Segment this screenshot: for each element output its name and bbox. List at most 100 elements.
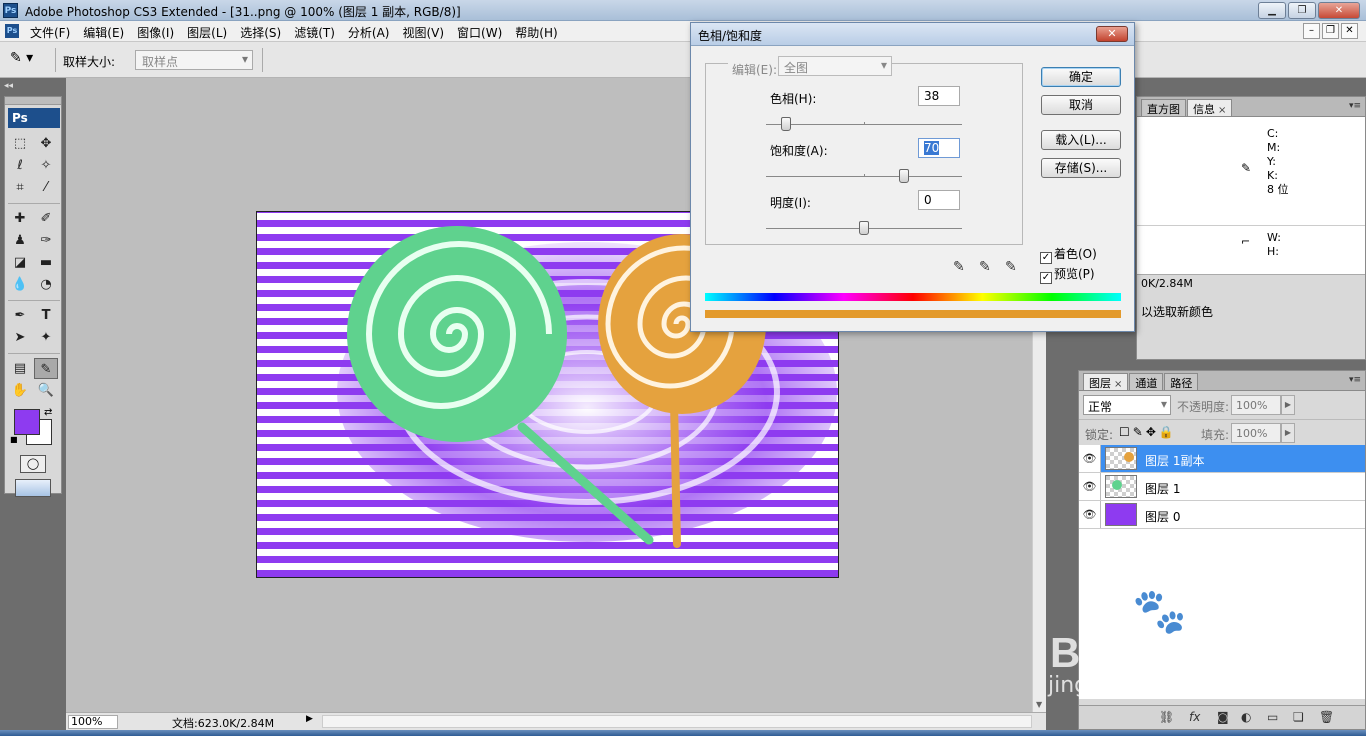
visibility-eye-icon[interactable]: 👁: [1079, 473, 1101, 500]
screen-mode-icon[interactable]: [15, 479, 51, 497]
colorize-check-icon[interactable]: ✓: [1040, 252, 1052, 264]
fill-input[interactable]: 100%: [1231, 423, 1281, 443]
saturation-slider-track[interactable]: [766, 174, 962, 177]
eyedropper-tool-icon[interactable]: ✎: [34, 358, 58, 379]
default-colors-icon[interactable]: ■: [10, 435, 18, 444]
menu-filter[interactable]: 滤镜(T): [294, 24, 335, 41]
toolbox-logo[interactable]: Ps: [8, 108, 60, 128]
hand-tool-icon[interactable]: ✋: [8, 380, 32, 401]
zoom-level-field[interactable]: 100%: [68, 715, 118, 729]
foreground-color-swatch[interactable]: [14, 409, 40, 435]
tool-preset-picker[interactable]: ✎ ▾: [10, 50, 50, 70]
load-button[interactable]: 载入(L)...: [1041, 130, 1121, 150]
layer-row[interactable]: 👁 图层 0: [1079, 501, 1365, 529]
layer-row[interactable]: 👁 图层 1副本: [1079, 445, 1365, 473]
menu-select[interactable]: 选择(S): [240, 24, 281, 41]
lock-transparency-icon[interactable]: ☐: [1119, 425, 1133, 439]
status-menu-arrow-icon[interactable]: ▶: [306, 714, 313, 724]
quick-mask-icon[interactable]: ◯: [20, 455, 46, 473]
lock-position-icon[interactable]: ✥: [1146, 425, 1159, 439]
panel-menu-icon[interactable]: ▾≡: [1349, 101, 1361, 111]
menu-analysis[interactable]: 分析(A): [348, 24, 390, 41]
lock-all-icon[interactable]: 🔒: [1159, 425, 1177, 439]
zoom-tool-icon[interactable]: 🔍: [34, 380, 58, 401]
cancel-button[interactable]: 取消: [1041, 95, 1121, 115]
minimize-button[interactable]: ▁: [1258, 2, 1286, 19]
layer-row[interactable]: 👁 图层 1: [1079, 473, 1365, 501]
close-tab-icon[interactable]: ×: [1218, 105, 1226, 116]
history-brush-tool-icon[interactable]: ✑: [34, 230, 58, 251]
gradient-tool-icon[interactable]: ▬: [34, 252, 58, 273]
menu-help[interactable]: 帮助(H): [515, 24, 557, 41]
layer-name[interactable]: 图层 1: [1145, 480, 1180, 497]
menu-layer[interactable]: 图层(L): [187, 24, 227, 41]
document-menu-icon[interactable]: Ps: [5, 24, 19, 38]
doc-close-button[interactable]: ✕: [1341, 23, 1358, 39]
magic-wand-tool-icon[interactable]: ✧: [34, 155, 58, 176]
menu-edit[interactable]: 编辑(E): [83, 24, 124, 41]
eraser-tool-icon[interactable]: ◪: [8, 252, 32, 273]
brush-tool-icon[interactable]: ✐: [34, 208, 58, 229]
tab-channels[interactable]: 通道: [1129, 373, 1164, 390]
collapse-toolbox-icon[interactable]: ◂◂: [4, 81, 13, 91]
lightness-slider-knob[interactable]: [859, 221, 869, 235]
saturation-input[interactable]: 70: [918, 138, 960, 158]
preview-check-icon[interactable]: ✓: [1040, 272, 1052, 284]
path-selection-tool-icon[interactable]: ➤: [8, 327, 32, 348]
photoshop-app-icon[interactable]: Ps: [3, 3, 18, 18]
restore-button[interactable]: ❐: [1288, 2, 1316, 19]
visibility-eye-icon[interactable]: 👁: [1079, 501, 1101, 528]
menu-image[interactable]: 图像(I): [137, 24, 174, 41]
colorize-checkbox[interactable]: ✓ 着色(O): [1040, 245, 1097, 264]
close-window-button[interactable]: ✕: [1318, 2, 1360, 19]
shape-tool-icon[interactable]: ✦: [34, 327, 58, 348]
doc-restore-button[interactable]: ❐: [1322, 23, 1339, 39]
pen-tool-icon[interactable]: ✒: [8, 305, 32, 326]
dialog-close-button[interactable]: ✕: [1096, 26, 1128, 42]
save-button[interactable]: 存储(S)...: [1041, 158, 1121, 178]
menu-window[interactable]: 窗口(W): [457, 24, 502, 41]
document-size-info[interactable]: 文档:623.0K/2.84M: [172, 715, 274, 731]
blur-tool-icon[interactable]: 💧: [8, 274, 32, 295]
visibility-eye-icon[interactable]: 👁: [1079, 445, 1101, 472]
lightness-input[interactable]: 0: [918, 190, 960, 210]
dodge-tool-icon[interactable]: ◔: [34, 274, 58, 295]
lasso-tool-icon[interactable]: ℓ: [8, 155, 32, 176]
toolbox-grip[interactable]: [5, 97, 61, 105]
saturation-slider-knob[interactable]: [899, 169, 909, 183]
subtract-from-sample-eyedropper-icon[interactable]: ✎: [1005, 259, 1017, 275]
move-tool-icon[interactable]: ✥: [34, 133, 58, 154]
slice-tool-icon[interactable]: ⁄: [34, 177, 58, 198]
swap-colors-icon[interactable]: ⇄: [44, 407, 52, 418]
healing-brush-tool-icon[interactable]: ✚: [8, 208, 32, 229]
opacity-slider-arrow-icon[interactable]: ▶: [1281, 395, 1295, 415]
crop-tool-icon[interactable]: ⌗: [8, 177, 32, 198]
ok-button[interactable]: 确定: [1041, 67, 1121, 87]
tab-histogram[interactable]: 直方图: [1141, 99, 1186, 116]
hue-slider-track[interactable]: [766, 122, 962, 125]
close-tab-icon[interactable]: ×: [1114, 379, 1122, 390]
lock-pixels-icon[interactable]: ✎: [1133, 425, 1146, 439]
preview-checkbox[interactable]: ✓ 预览(P): [1040, 265, 1095, 284]
marquee-tool-icon[interactable]: ⬚: [8, 133, 32, 154]
doc-minimize-button[interactable]: –: [1303, 23, 1320, 39]
edit-range-select[interactable]: 全图: [778, 56, 892, 76]
tab-paths[interactable]: 路径: [1164, 373, 1199, 390]
opacity-input[interactable]: 100%: [1231, 395, 1281, 415]
clone-stamp-tool-icon[interactable]: ♟: [8, 230, 32, 251]
menu-file[interactable]: 文件(F): [30, 24, 70, 41]
fill-slider-arrow-icon[interactable]: ▶: [1281, 423, 1295, 443]
add-to-sample-eyedropper-icon[interactable]: ✎: [979, 259, 991, 275]
hue-slider-knob[interactable]: [781, 117, 791, 131]
blend-mode-select[interactable]: 正常: [1083, 395, 1171, 415]
sample-size-select[interactable]: 取样点: [135, 50, 253, 70]
notes-tool-icon[interactable]: ▤: [8, 358, 32, 379]
tab-info[interactable]: 信息 ×: [1187, 99, 1233, 116]
layer-name[interactable]: 图层 0: [1145, 508, 1180, 525]
horizontal-scrollbar[interactable]: [322, 715, 1032, 728]
layer-name[interactable]: 图层 1副本: [1145, 452, 1204, 469]
menu-view[interactable]: 视图(V): [402, 24, 444, 41]
hue-input[interactable]: 38: [918, 86, 960, 106]
dialog-title-bar[interactable]: 色相/饱和度 ✕: [691, 23, 1134, 46]
type-tool-icon[interactable]: T: [34, 305, 58, 326]
